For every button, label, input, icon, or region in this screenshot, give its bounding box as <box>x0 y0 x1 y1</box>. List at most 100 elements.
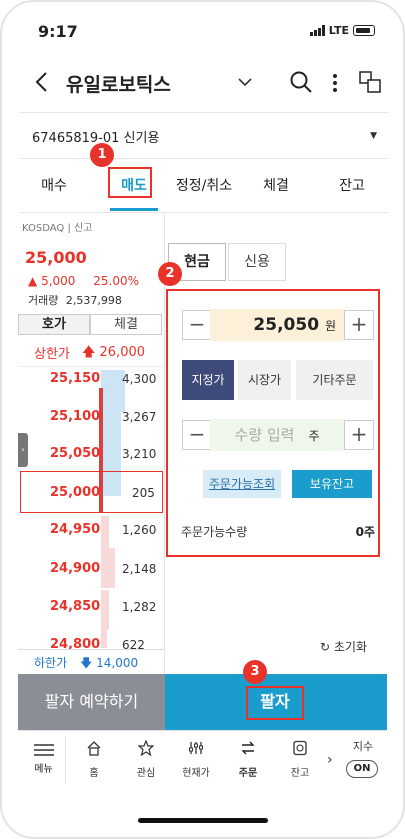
divider <box>18 366 165 367</box>
home-icon <box>87 741 101 756</box>
lower-limit-value: 🡇 14,000 <box>80 654 138 675</box>
price-input[interactable]: 25,050 원 <box>210 309 344 341</box>
swap-arrows-icon <box>241 741 255 755</box>
bid-volume-bar <box>101 548 115 588</box>
tab-balance[interactable]: 잔고 <box>318 175 386 195</box>
current-price: 25,000 <box>25 248 87 267</box>
upper-limit-number: 26,000 <box>99 345 146 360</box>
exchange-label: KOSDAQ | 신고 <box>22 223 93 234</box>
nav-watchlist-label: 관심 <box>136 768 156 779</box>
change-amount: 5,000 <box>41 274 76 288</box>
order-type-market[interactable]: 시장가 <box>238 360 291 400</box>
ask-qty: 3,267 <box>122 410 157 424</box>
nav-watchlist[interactable]: 관심 <box>126 740 166 779</box>
tab-modify-cancel[interactable]: 정정/취소 <box>168 175 240 195</box>
active-tab-indicator <box>110 208 158 211</box>
ask-price[interactable]: 25,150 <box>50 371 100 386</box>
bid-qty: 1,282 <box>122 600 157 614</box>
tab-executions[interactable]: 체결 <box>244 175 308 195</box>
credit-button[interactable]: 신용 <box>228 243 286 281</box>
change-percent: 25.00% <box>93 274 140 288</box>
bid-volume-bar <box>101 590 109 630</box>
menu-button[interactable]: 메뉴 <box>22 736 66 784</box>
upper-limit-value: 🡅 26,000 <box>82 343 145 365</box>
back-icon[interactable] <box>34 72 50 92</box>
lower-limit-number: 14,000 <box>96 656 139 670</box>
chart-sliders-icon <box>189 742 203 754</box>
battery-icon <box>353 25 375 36</box>
window-layout-icon[interactable] <box>358 70 382 94</box>
menu-label: 메뉴 <box>34 764 53 775</box>
annotation-badge-2: 2 <box>158 262 182 286</box>
qty-unit: 주 <box>308 429 320 443</box>
hamburger-icon <box>33 744 54 756</box>
annotation-badge-1: 1 <box>90 143 114 167</box>
price-value: 25,050 <box>253 315 320 335</box>
volume-label: 거래량 <box>28 294 59 307</box>
index-label: 지수 <box>352 740 374 753</box>
status-time: 9:17 <box>38 22 78 41</box>
annotation-box-1 <box>108 167 152 198</box>
price-increase-button[interactable]: + <box>344 310 374 340</box>
refresh-icon: ↻ <box>320 640 331 654</box>
account-selector[interactable]: 67465819-01 신기용 <box>32 127 159 146</box>
ask-price-current[interactable]: 25,000 <box>50 485 100 500</box>
available-qty-value: 0주 <box>355 525 375 539</box>
nav-quote[interactable]: 현재가 <box>176 740 216 779</box>
chevron-down-icon[interactable] <box>238 77 252 87</box>
down-arrow-icon: 🡇 <box>80 656 93 670</box>
divider <box>20 212 388 213</box>
price-decrease-button[interactable]: − <box>182 310 212 340</box>
ask-price[interactable]: 25,100 <box>50 409 100 424</box>
available-qty-label: 주문가능수량 <box>181 525 248 539</box>
divider <box>18 649 165 650</box>
star-icon <box>138 740 154 756</box>
book-tab-trade[interactable]: 체결 <box>90 314 162 335</box>
ask-price[interactable]: 25,050 <box>50 446 100 461</box>
caret-down-icon[interactable]: ▼ <box>370 131 377 141</box>
signal-icon <box>309 25 325 36</box>
divider <box>20 158 388 159</box>
ask-qty: 3,210 <box>122 447 157 461</box>
nav-balance[interactable]: 잔고 <box>280 740 320 779</box>
price-unit: 원 <box>324 319 336 333</box>
more-icon[interactable] <box>330 72 340 94</box>
sell-button-label[interactable]: 팔자 <box>246 686 304 720</box>
divider <box>20 112 388 113</box>
bid-qty: 2,148 <box>122 562 157 576</box>
nav-home[interactable]: 홈 <box>74 740 114 779</box>
nav-order-label: 주문 <box>238 768 258 779</box>
index-toggle[interactable]: ON <box>346 760 378 778</box>
volume: 거래량 2,537,998 <box>28 292 122 308</box>
bid-price[interactable]: 24,950 <box>50 522 100 537</box>
search-icon[interactable] <box>289 70 313 94</box>
qty-decrease-button[interactable]: − <box>182 420 212 450</box>
ask-volume-bar <box>101 412 121 454</box>
bid-price[interactable]: 24,900 <box>50 561 100 576</box>
reserve-sell-button[interactable]: 팔자 예약하기 <box>18 674 165 730</box>
nav-balance-label: 잔고 <box>290 768 310 779</box>
quantity-input[interactable]: 수량 입력 주 <box>210 419 344 451</box>
holdings-button[interactable]: 보유잔고 <box>292 470 372 498</box>
ask-qty: 4,300 <box>122 372 157 386</box>
status-indicators: LTE <box>309 24 375 37</box>
book-tab-quote[interactable]: 호가 <box>18 314 90 335</box>
tab-buy[interactable]: 매수 <box>20 175 88 195</box>
balance-icon <box>293 740 307 756</box>
reset-button[interactable]: ↻ 초기화 <box>320 638 367 655</box>
chevron-right-icon[interactable]: › <box>327 752 333 768</box>
order-type-other[interactable]: 기타주문 <box>296 360 373 400</box>
qty-increase-button[interactable]: + <box>344 420 374 450</box>
nav-quote-label: 현재가 <box>182 768 210 779</box>
bid-price[interactable]: 24,850 <box>50 599 100 614</box>
page-title[interactable]: 유일로보틱스 <box>66 70 171 97</box>
available-lookup-button[interactable]: 주문가능조회 <box>203 470 281 498</box>
nav-order[interactable]: 주문 <box>228 740 268 779</box>
home-indicator <box>138 818 268 823</box>
upper-limit-label: 상한가 <box>34 347 70 362</box>
lower-limit-label: 하한가 <box>34 656 68 670</box>
network-label: LTE <box>328 24 349 37</box>
order-type-limit[interactable]: 지정가 <box>182 360 234 400</box>
expand-chevron-icon[interactable]: › <box>18 433 28 467</box>
bid-qty: 1,260 <box>122 523 157 537</box>
